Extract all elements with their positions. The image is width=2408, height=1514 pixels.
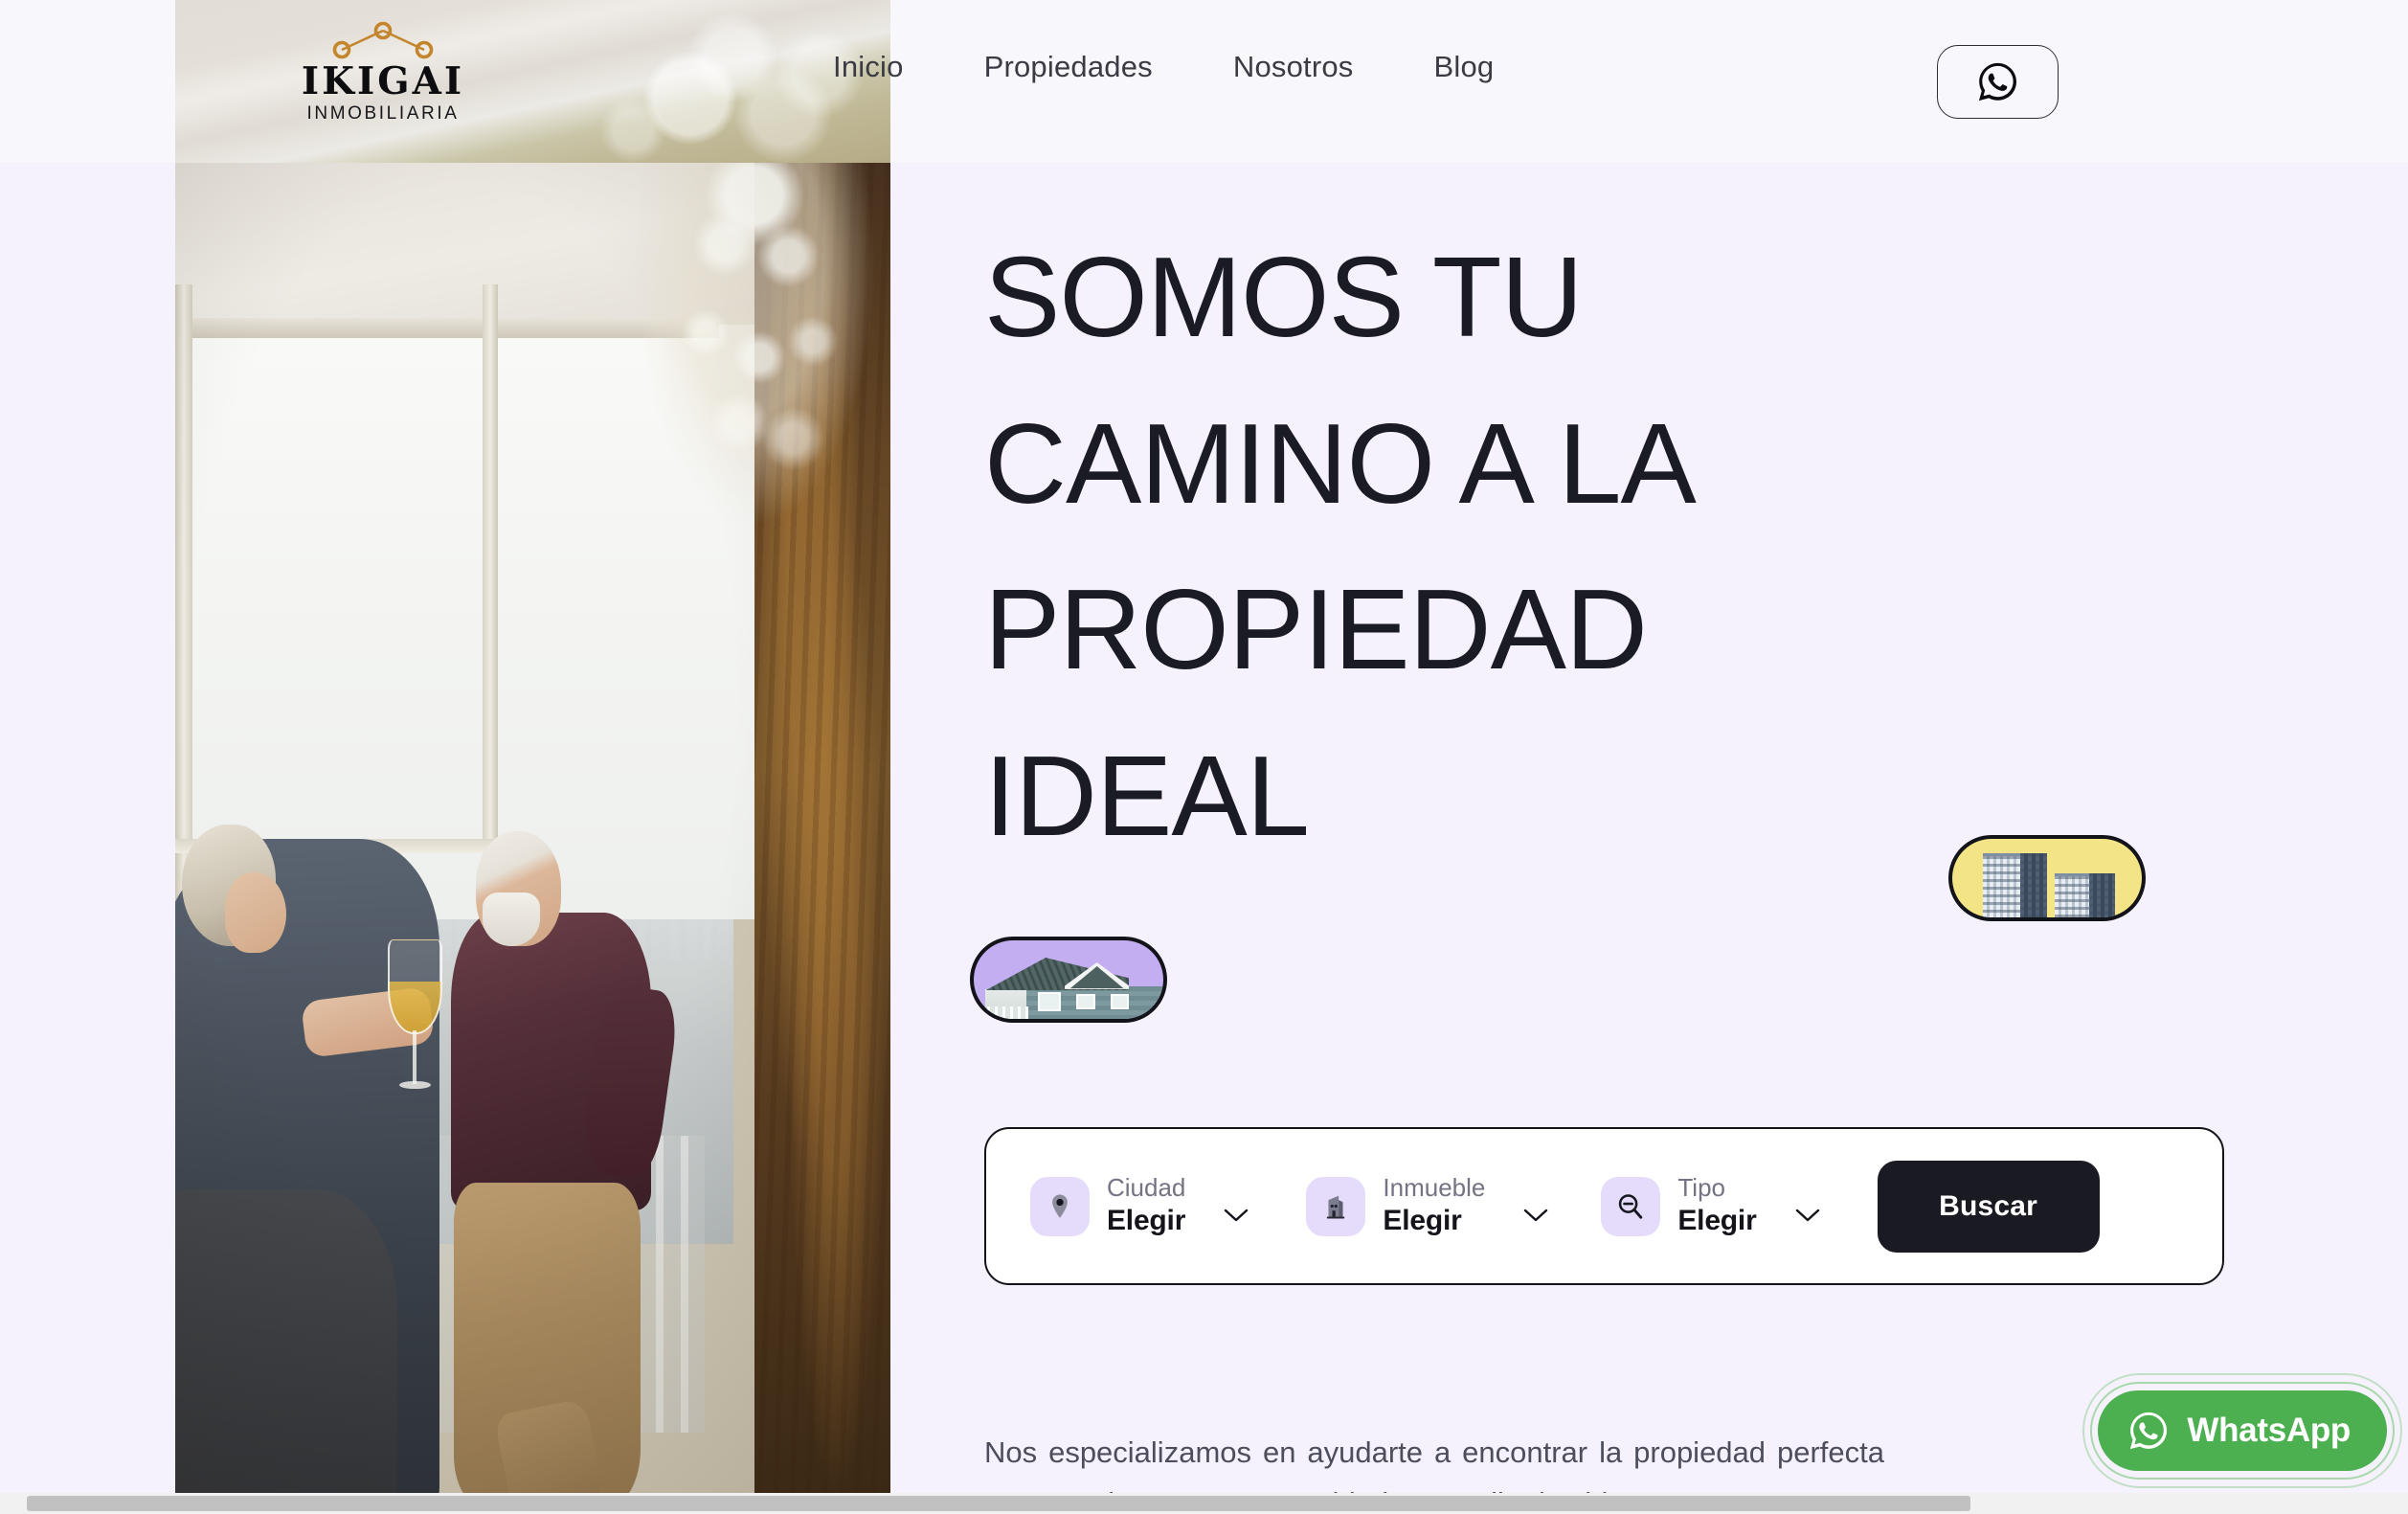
buildings-illustration bbox=[1952, 839, 2142, 917]
house-sticker bbox=[970, 937, 1167, 1023]
building-icon bbox=[1327, 1195, 1345, 1218]
property-search-bar: Ciudad Elegir Inmueble Elegir Tipo Elegi… bbox=[984, 1127, 2224, 1285]
whatsapp-icon bbox=[1978, 62, 2017, 102]
main-navigation: Inicio Propiedades Nosotros Blog bbox=[833, 50, 1494, 84]
page-root: IKIGAI INMOBILIARIA Inicio Propiedades N… bbox=[0, 0, 2408, 1514]
search-field-inmueble[interactable]: Inmueble Elegir bbox=[1306, 1174, 1548, 1238]
search-field-ciudad-value: Elegir bbox=[1107, 1204, 1186, 1236]
chevron-down-icon[interactable] bbox=[1523, 1208, 1548, 1223]
page-title: SOMOS TU CAMINO A LA PROPIEDAD IDEAL bbox=[984, 234, 1690, 861]
whatsapp-icon bbox=[2130, 1412, 2168, 1450]
search-field-ciudad[interactable]: Ciudad Elegir bbox=[1030, 1174, 1249, 1238]
brand-logo-word: IKIGAI bbox=[301, 59, 465, 103]
horizontal-scrollbar[interactable] bbox=[0, 1493, 2408, 1514]
site-header: IKIGAI INMOBILIARIA Inicio Propiedades N… bbox=[0, 0, 2408, 163]
horizontal-scrollbar-thumb[interactable] bbox=[27, 1496, 1970, 1511]
building-icon-wrap bbox=[1306, 1176, 1366, 1236]
search-submit-button[interactable]: Buscar bbox=[1877, 1160, 2100, 1253]
search-field-inmueble-label: Inmueble bbox=[1383, 1173, 1486, 1203]
header-whatsapp-button[interactable] bbox=[1937, 45, 2059, 119]
chevron-down-icon[interactable] bbox=[1795, 1208, 1820, 1223]
search-field-inmueble-value: Elegir bbox=[1383, 1204, 1462, 1236]
hero-photo bbox=[175, 163, 890, 1514]
brand-logo-subtitle: INMOBILIARIA bbox=[306, 103, 460, 124]
hero-content: SOMOS TU CAMINO A LA PROPIEDAD IDEAL bbox=[984, 163, 2229, 880]
house-illustration bbox=[974, 940, 1163, 1019]
search-field-tipo[interactable]: Tipo Elegir bbox=[1601, 1174, 1819, 1238]
search-field-tipo-label: Tipo bbox=[1677, 1173, 1725, 1203]
floating-whatsapp-widget[interactable]: WhatsApp bbox=[2082, 1373, 2402, 1488]
nav-nosotros[interactable]: Nosotros bbox=[1233, 50, 1354, 84]
roof-network-icon bbox=[332, 21, 434, 59]
location-pin-icon bbox=[1052, 1194, 1068, 1218]
search-field-ciudad-label: Ciudad bbox=[1107, 1173, 1186, 1203]
chevron-down-icon[interactable] bbox=[1224, 1208, 1249, 1223]
buildings-sticker bbox=[1948, 835, 2146, 921]
hero-photo-image bbox=[175, 163, 890, 1514]
search-minus-icon bbox=[1619, 1193, 1643, 1219]
location-pin-icon-wrap bbox=[1030, 1176, 1090, 1236]
brand-logo[interactable]: IKIGAI INMOBILIARIA bbox=[273, 21, 493, 128]
floating-whatsapp-button[interactable]: WhatsApp bbox=[2098, 1390, 2387, 1471]
floating-whatsapp-label: WhatsApp bbox=[2187, 1412, 2351, 1449]
nav-blog[interactable]: Blog bbox=[1434, 50, 1495, 84]
search-minus-icon-wrap bbox=[1601, 1176, 1661, 1236]
nav-inicio[interactable]: Inicio bbox=[833, 50, 904, 84]
nav-propiedades[interactable]: Propiedades bbox=[984, 50, 1153, 84]
search-field-tipo-value: Elegir bbox=[1677, 1204, 1757, 1236]
